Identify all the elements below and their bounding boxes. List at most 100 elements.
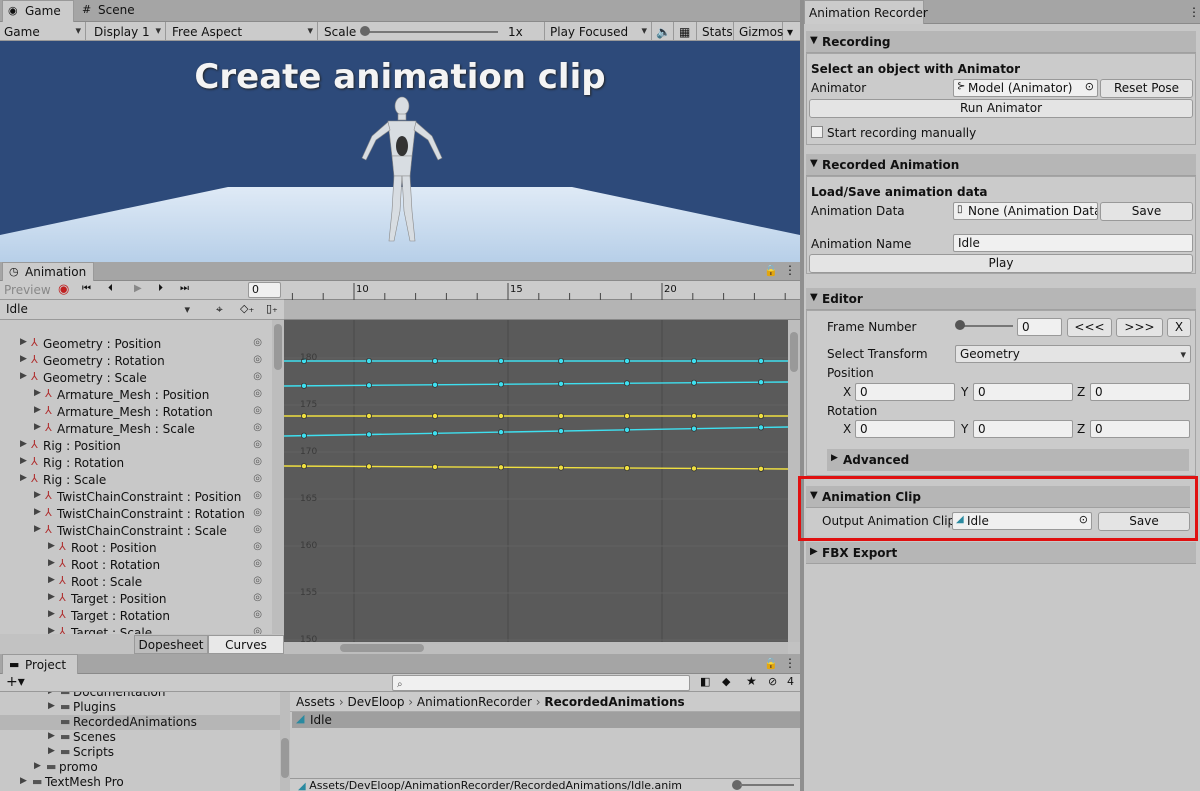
folder-tree-scrollbar[interactable] bbox=[280, 692, 290, 791]
curve-keyframe[interactable] bbox=[497, 358, 504, 365]
play-button[interactable]: Play bbox=[809, 254, 1193, 273]
gizmos-dropdown-icon[interactable]: ▾ bbox=[783, 22, 800, 42]
expand-arrow-icon[interactable]: ▶ bbox=[34, 507, 41, 517]
record-icon[interactable]: ◉ bbox=[58, 282, 69, 297]
expand-arrow-icon[interactable]: ▶ bbox=[48, 575, 55, 585]
curve-keyframe[interactable] bbox=[431, 430, 438, 437]
start-manually-checkbox[interactable] bbox=[811, 126, 823, 138]
property-row[interactable]: ▶ ⅄ Rig : Position ◎ bbox=[0, 438, 270, 455]
property-row[interactable]: ▶ ⅄ Geometry : Position ◎ bbox=[0, 336, 270, 353]
expand-arrow-icon[interactable]: ▶ bbox=[20, 354, 27, 364]
property-row[interactable]: ▶ ⅄ Root : Scale ◎ bbox=[0, 574, 270, 591]
folder-tree-item[interactable]: ▶ ▬Documentation bbox=[0, 692, 280, 700]
tab-project[interactable]: ▬ Project bbox=[2, 654, 78, 674]
expand-arrow-icon[interactable]: ▶ bbox=[48, 746, 55, 756]
expand-arrow-icon[interactable]: ▶ bbox=[34, 388, 41, 398]
property-row[interactable]: ▶ ⅄ Armature_Mesh : Rotation ◎ bbox=[0, 404, 270, 421]
expand-arrow-icon[interactable]: ▶ bbox=[34, 422, 41, 432]
curves-vscroll-thumb[interactable] bbox=[790, 332, 798, 372]
curve-keyframe[interactable] bbox=[366, 463, 373, 470]
curve-keyframe[interactable] bbox=[757, 413, 764, 420]
add-event-icon[interactable]: ▯₊ bbox=[266, 302, 278, 315]
folder-tree-item[interactable]: ▶ ▬ promo bbox=[0, 760, 280, 775]
search-by-type-icon[interactable]: ◧ bbox=[700, 675, 710, 688]
fbx-export-header[interactable]: ▶ FBX Export bbox=[806, 542, 1196, 564]
view-dropdown[interactable]: Game bbox=[0, 22, 86, 42]
expand-arrow-icon[interactable]: ▶ bbox=[48, 609, 55, 619]
curve-keyframe[interactable] bbox=[300, 382, 307, 389]
expand-arrow-icon[interactable]: ▶ bbox=[48, 731, 55, 741]
eye-visibility-icon[interactable]: ◎ bbox=[253, 405, 262, 416]
breadcrumb-develoop[interactable]: DevEloop bbox=[348, 695, 405, 709]
save-animation-data-button[interactable]: Save bbox=[1100, 202, 1193, 221]
curve-keyframe[interactable] bbox=[557, 358, 564, 365]
expand-arrow-icon[interactable]: ▶ bbox=[34, 761, 41, 771]
timeline-ruler[interactable]: 10 15 20 bbox=[284, 281, 800, 300]
advanced-foldout[interactable]: ▶ Advanced bbox=[827, 449, 1189, 471]
curve-keyframe[interactable] bbox=[300, 432, 307, 439]
dopesheet-tab[interactable]: Dopesheet bbox=[134, 635, 208, 654]
animation-curve[interactable] bbox=[284, 381, 788, 387]
tab-animation-recorder[interactable]: Animation Recorder bbox=[804, 0, 928, 24]
eye-visibility-icon[interactable]: ◎ bbox=[253, 422, 262, 433]
output-clip-field[interactable]: ◢ Idle ⊙ bbox=[952, 512, 1092, 530]
frame-input[interactable]: 0 bbox=[248, 282, 281, 298]
eye-visibility-icon[interactable]: ◎ bbox=[253, 337, 262, 348]
curve-keyframe[interactable] bbox=[690, 425, 697, 432]
eye-visibility-icon[interactable]: ◎ bbox=[253, 473, 262, 484]
folder-tree-scroll-thumb[interactable] bbox=[281, 738, 289, 778]
eye-visibility-icon[interactable]: ◎ bbox=[253, 558, 262, 569]
property-list-scrollbar[interactable] bbox=[272, 320, 284, 634]
close-editor-button[interactable]: X bbox=[1167, 318, 1191, 337]
property-row[interactable]: ▶ ⅄ Target : Position ◎ bbox=[0, 591, 270, 608]
expand-arrow-icon[interactable]: ▶ bbox=[34, 490, 41, 500]
project-search-input[interactable]: ⌕ bbox=[392, 675, 690, 691]
rotation-y-input[interactable]: 0 bbox=[973, 420, 1073, 438]
breadcrumb-recordedanimations[interactable]: RecordedAnimations bbox=[544, 695, 684, 709]
hidden-packages-icon[interactable]: ⊘ bbox=[768, 675, 777, 688]
eye-visibility-icon[interactable]: ◎ bbox=[253, 541, 262, 552]
scale-slider-handle[interactable] bbox=[360, 26, 370, 36]
select-transform-dropdown[interactable]: Geometry bbox=[955, 345, 1191, 363]
rotation-z-input[interactable]: 0 bbox=[1090, 420, 1190, 438]
curve-keyframe[interactable] bbox=[300, 413, 307, 420]
curves-hscrollbar[interactable] bbox=[284, 642, 788, 654]
zoom-slider-track[interactable] bbox=[740, 784, 794, 786]
eye-visibility-icon[interactable]: ◎ bbox=[253, 371, 262, 382]
curve-keyframe[interactable] bbox=[557, 464, 564, 471]
curves-area[interactable]: 180 175 170 165 160 155 150 bbox=[284, 320, 788, 642]
scrollbar-thumb[interactable] bbox=[274, 324, 282, 370]
animation-curve[interactable] bbox=[284, 426, 788, 437]
editor-header[interactable]: ▼ Editor bbox=[806, 288, 1196, 310]
curve-keyframe[interactable] bbox=[557, 380, 564, 387]
curve-keyframe[interactable] bbox=[497, 429, 504, 436]
property-row[interactable]: ▶ ⅄ Rig : Scale ◎ bbox=[0, 472, 270, 489]
play-icon[interactable]: ▶ bbox=[134, 283, 142, 294]
aspect-dropdown[interactable]: Free Aspect bbox=[168, 22, 318, 42]
curve-keyframe[interactable] bbox=[300, 463, 307, 470]
scale-slider-track[interactable] bbox=[364, 31, 498, 33]
curve-keyframe[interactable] bbox=[557, 413, 564, 420]
next-keyframe-icon[interactable]: ⏵ bbox=[158, 283, 163, 294]
curve-keyframe[interactable] bbox=[690, 379, 697, 386]
save-clip-button[interactable]: Save bbox=[1098, 512, 1190, 531]
run-animator-button[interactable]: Run Animator bbox=[809, 99, 1193, 118]
frame-debug-icon[interactable]: ▦ bbox=[675, 22, 697, 42]
scale-control[interactable]: Scale 1x bbox=[320, 22, 545, 42]
curve-keyframe[interactable] bbox=[366, 431, 373, 438]
property-row[interactable]: ▶ ⅄ Armature_Mesh : Position ◎ bbox=[0, 387, 270, 404]
object-picker-icon[interactable]: ⊙ bbox=[1079, 513, 1088, 526]
frame-number-input[interactable]: 0 bbox=[1017, 318, 1062, 336]
panel-menu-icon[interactable]: ⋮ bbox=[1188, 5, 1200, 19]
animation-data-field[interactable]: ▯ None (Animation Data) bbox=[953, 202, 1098, 220]
expand-arrow-icon[interactable]: ▶ bbox=[34, 405, 41, 415]
clip-dropdown[interactable]: Idle bbox=[2, 301, 194, 319]
tab-game[interactable]: ◉ Game bbox=[2, 0, 74, 22]
curve-keyframe[interactable] bbox=[623, 426, 630, 433]
breadcrumb-assets[interactable]: Assets bbox=[296, 695, 335, 709]
curve-keyframe[interactable] bbox=[623, 380, 630, 387]
expand-arrow-icon[interactable]: ▶ bbox=[20, 337, 27, 347]
prev-frame-button[interactable]: <<< bbox=[1067, 318, 1112, 337]
tab-scene[interactable]: # Scene bbox=[76, 0, 146, 22]
eye-visibility-icon[interactable]: ◎ bbox=[253, 507, 262, 518]
